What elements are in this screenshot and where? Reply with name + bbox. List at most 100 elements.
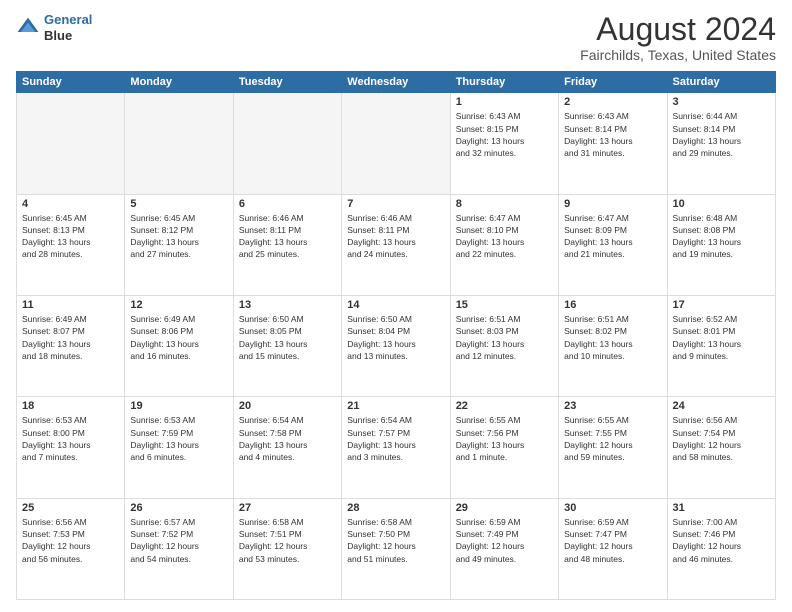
calendar-table: SundayMondayTuesdayWednesdayThursdayFrid… xyxy=(16,71,776,600)
week-row-2: 4 Sunrise: 6:45 AM Sunset: 8:13 PM Daylig… xyxy=(17,194,776,295)
day-info: Sunrise: 6:55 AM Sunset: 7:56 PM Dayligh… xyxy=(456,414,553,463)
calendar-cell xyxy=(233,93,341,194)
week-row-4: 18Sunrise: 6:53 AM Sunset: 8:00 PM Dayli… xyxy=(17,397,776,498)
day-info: Sunrise: 6:58 AM Sunset: 7:50 PM Dayligh… xyxy=(347,516,444,565)
day-number: 3 xyxy=(673,96,770,108)
calendar-cell: 16Sunrise: 6:51 AM Sunset: 8:02 PM Dayli… xyxy=(559,295,667,396)
week-row-5: 25 Sunrise: 6:56 AM Sunset: 7:53 PM Dayli… xyxy=(17,498,776,599)
day-number: 2 xyxy=(564,96,661,108)
calendar-subtitle: Fairchilds, Texas, United States xyxy=(580,47,776,63)
day-number: 28 xyxy=(347,502,444,514)
calendar-cell: 7Sunrise: 6:46 AM Sunset: 8:11 PM Daylig… xyxy=(342,194,450,295)
col-header-tuesday: Tuesday xyxy=(233,72,341,93)
day-info: Sunrise: 6:59 AM Sunset: 7:47 PM Dayligh… xyxy=(564,516,661,565)
col-header-sunday: Sunday xyxy=(17,72,125,93)
day-info: Sunrise: 7:00 AM Sunset: 7:46 PM Dayligh… xyxy=(673,516,770,565)
calendar-cell xyxy=(125,93,233,194)
calendar-cell: 3 Sunrise: 6:44 AM Sunset: 8:14 PM Daylig… xyxy=(667,93,775,194)
day-info: Sunrise: 6:43 AM Sunset: 8:15 PM Dayligh… xyxy=(456,110,553,159)
calendar-cell: 2 Sunrise: 6:43 AM Sunset: 8:14 PM Daylig… xyxy=(559,93,667,194)
day-number: 8 xyxy=(456,198,553,210)
day-info: Sunrise: 6:53 AM Sunset: 7:59 PM Dayligh… xyxy=(130,414,227,463)
day-info: Sunrise: 6:49 AM Sunset: 8:06 PM Dayligh… xyxy=(130,313,227,362)
day-info: Sunrise: 6:44 AM Sunset: 8:14 PM Dayligh… xyxy=(673,110,770,159)
day-number: 25 xyxy=(22,502,119,514)
day-info: Sunrise: 6:55 AM Sunset: 7:55 PM Dayligh… xyxy=(564,414,661,463)
day-info: Sunrise: 6:51 AM Sunset: 8:02 PM Dayligh… xyxy=(564,313,661,362)
day-info: Sunrise: 6:54 AM Sunset: 7:58 PM Dayligh… xyxy=(239,414,336,463)
calendar-cell xyxy=(342,93,450,194)
calendar-cell: 29 Sunrise: 6:59 AM Sunset: 7:49 PM Dayli… xyxy=(450,498,558,599)
logo-line1: General xyxy=(44,12,92,27)
calendar-cell: 28 Sunrise: 6:58 AM Sunset: 7:50 PM Dayli… xyxy=(342,498,450,599)
day-info: Sunrise: 6:53 AM Sunset: 8:00 PM Dayligh… xyxy=(22,414,119,463)
day-number: 31 xyxy=(673,502,770,514)
calendar-cell: 13Sunrise: 6:50 AM Sunset: 8:05 PM Dayli… xyxy=(233,295,341,396)
calendar-title: August 2024 xyxy=(580,12,776,47)
calendar-cell: 22 Sunrise: 6:55 AM Sunset: 7:56 PM Dayli… xyxy=(450,397,558,498)
calendar-cell: 14Sunrise: 6:50 AM Sunset: 8:04 PM Dayli… xyxy=(342,295,450,396)
day-number: 6 xyxy=(239,198,336,210)
calendar-cell: 11 Sunrise: 6:49 AM Sunset: 8:07 PM Dayli… xyxy=(17,295,125,396)
calendar-cell: 15Sunrise: 6:51 AM Sunset: 8:03 PM Dayli… xyxy=(450,295,558,396)
day-number: 10 xyxy=(673,198,770,210)
day-info: Sunrise: 6:47 AM Sunset: 8:09 PM Dayligh… xyxy=(564,212,661,261)
day-info: Sunrise: 6:58 AM Sunset: 7:51 PM Dayligh… xyxy=(239,516,336,565)
calendar-cell: 23 Sunrise: 6:55 AM Sunset: 7:55 PM Dayli… xyxy=(559,397,667,498)
day-number: 7 xyxy=(347,198,444,210)
col-header-friday: Friday xyxy=(559,72,667,93)
calendar-cell: 19Sunrise: 6:53 AM Sunset: 7:59 PM Dayli… xyxy=(125,397,233,498)
header-row: SundayMondayTuesdayWednesdayThursdayFrid… xyxy=(17,72,776,93)
day-info: Sunrise: 6:54 AM Sunset: 7:57 PM Dayligh… xyxy=(347,414,444,463)
day-info: Sunrise: 6:56 AM Sunset: 7:54 PM Dayligh… xyxy=(673,414,770,463)
day-info: Sunrise: 6:57 AM Sunset: 7:52 PM Dayligh… xyxy=(130,516,227,565)
day-number: 29 xyxy=(456,502,553,514)
calendar-cell: 24 Sunrise: 6:56 AM Sunset: 7:54 PM Dayli… xyxy=(667,397,775,498)
calendar-cell: 18Sunrise: 6:53 AM Sunset: 8:00 PM Dayli… xyxy=(17,397,125,498)
calendar-cell: 17 Sunrise: 6:52 AM Sunset: 8:01 PM Dayli… xyxy=(667,295,775,396)
calendar-cell: 31 Sunrise: 7:00 AM Sunset: 7:46 PM Dayli… xyxy=(667,498,775,599)
header: General Blue August 2024 Fairchilds, Tex… xyxy=(16,12,776,63)
day-number: 12 xyxy=(130,299,227,311)
day-info: Sunrise: 6:56 AM Sunset: 7:53 PM Dayligh… xyxy=(22,516,119,565)
col-header-thursday: Thursday xyxy=(450,72,558,93)
day-info: Sunrise: 6:45 AM Sunset: 8:12 PM Dayligh… xyxy=(130,212,227,261)
calendar-cell: 25 Sunrise: 6:56 AM Sunset: 7:53 PM Dayli… xyxy=(17,498,125,599)
col-header-monday: Monday xyxy=(125,72,233,93)
title-block: August 2024 Fairchilds, Texas, United St… xyxy=(580,12,776,63)
day-number: 22 xyxy=(456,400,553,412)
day-info: Sunrise: 6:43 AM Sunset: 8:14 PM Dayligh… xyxy=(564,110,661,159)
calendar-cell: 8Sunrise: 6:47 AM Sunset: 8:10 PM Daylig… xyxy=(450,194,558,295)
day-number: 17 xyxy=(673,299,770,311)
calendar-cell: 12 Sunrise: 6:49 AM Sunset: 8:06 PM Dayli… xyxy=(125,295,233,396)
calendar-cell: 9Sunrise: 6:47 AM Sunset: 8:09 PM Daylig… xyxy=(559,194,667,295)
calendar-cell: 27Sunrise: 6:58 AM Sunset: 7:51 PM Dayli… xyxy=(233,498,341,599)
day-number: 13 xyxy=(239,299,336,311)
day-info: Sunrise: 6:52 AM Sunset: 8:01 PM Dayligh… xyxy=(673,313,770,362)
day-number: 24 xyxy=(673,400,770,412)
logo-line2: Blue xyxy=(44,28,92,44)
day-info: Sunrise: 6:49 AM Sunset: 8:07 PM Dayligh… xyxy=(22,313,119,362)
calendar-cell: 30 Sunrise: 6:59 AM Sunset: 7:47 PM Dayli… xyxy=(559,498,667,599)
calendar-cell: 1Sunrise: 6:43 AM Sunset: 8:15 PM Daylig… xyxy=(450,93,558,194)
week-row-1: 1Sunrise: 6:43 AM Sunset: 8:15 PM Daylig… xyxy=(17,93,776,194)
day-number: 4 xyxy=(22,198,119,210)
calendar-cell: 10 Sunrise: 6:48 AM Sunset: 8:08 PM Dayli… xyxy=(667,194,775,295)
day-number: 5 xyxy=(130,198,227,210)
calendar-cell xyxy=(17,93,125,194)
calendar-cell: 21 Sunrise: 6:54 AM Sunset: 7:57 PM Dayli… xyxy=(342,397,450,498)
day-number: 23 xyxy=(564,400,661,412)
logo-text: General Blue xyxy=(44,12,92,43)
calendar-cell: 26 Sunrise: 6:57 AM Sunset: 7:52 PM Dayli… xyxy=(125,498,233,599)
day-info: Sunrise: 6:48 AM Sunset: 8:08 PM Dayligh… xyxy=(673,212,770,261)
col-header-wednesday: Wednesday xyxy=(342,72,450,93)
day-info: Sunrise: 6:45 AM Sunset: 8:13 PM Dayligh… xyxy=(22,212,119,261)
calendar-cell: 6Sunrise: 6:46 AM Sunset: 8:11 PM Daylig… xyxy=(233,194,341,295)
day-info: Sunrise: 6:59 AM Sunset: 7:49 PM Dayligh… xyxy=(456,516,553,565)
day-number: 21 xyxy=(347,400,444,412)
day-number: 30 xyxy=(564,502,661,514)
week-row-3: 11 Sunrise: 6:49 AM Sunset: 8:07 PM Dayli… xyxy=(17,295,776,396)
day-number: 11 xyxy=(22,299,119,311)
day-number: 15 xyxy=(456,299,553,311)
day-number: 26 xyxy=(130,502,227,514)
